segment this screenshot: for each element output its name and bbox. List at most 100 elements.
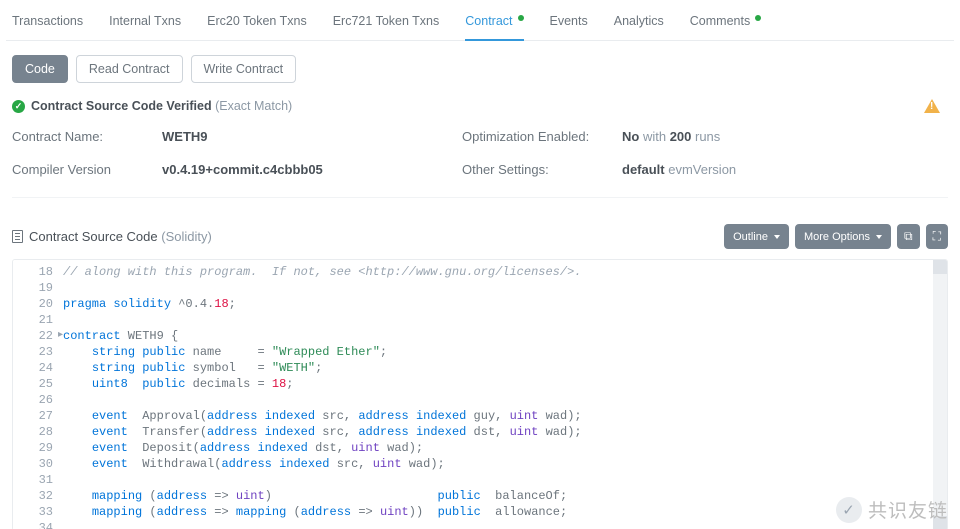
code-line: pragma solidity ^0.4.18; [63, 296, 933, 312]
contract-name-label: Contract Name: [12, 129, 162, 144]
outline-label: Outline [733, 231, 768, 243]
line-number: 21 [13, 312, 53, 328]
copy-icon [904, 229, 913, 244]
code-line: event Transfer(address indexed src, addr… [63, 424, 933, 440]
outline-button[interactable]: Outline [724, 224, 789, 249]
code-line: string public name = "Wrapped Ether"; [63, 344, 933, 360]
code-line [63, 312, 933, 328]
optimization-with: with [639, 129, 669, 144]
code-line [63, 520, 933, 529]
section-title-text: Contract Source Code [29, 229, 158, 244]
code-line: event Approval(address indexed src, addr… [63, 408, 933, 424]
more-options-button[interactable]: More Options [795, 224, 891, 249]
tab-label: Transactions [12, 14, 83, 28]
editor-toolbar: Outline More Options [724, 224, 948, 249]
line-number: 34 [13, 520, 53, 529]
section-title-lang: (Solidity) [161, 229, 212, 244]
tab-label: Contract [465, 14, 512, 28]
line-number: 30 [13, 456, 53, 472]
optimization-label: Optimization Enabled: [462, 129, 622, 144]
line-number: 28 [13, 424, 53, 440]
tab-label: Events [550, 14, 588, 28]
contract-name-value: WETH9 [162, 129, 208, 144]
code-editor: 1819202122232425262728293031323334353637… [12, 259, 948, 529]
line-number: 22 [13, 328, 53, 344]
verified-line: ✓ Contract Source Code Verified (Exact M… [6, 95, 954, 123]
scroll-up-icon[interactable] [933, 260, 947, 274]
tab-label: Analytics [614, 14, 664, 28]
tab-contract[interactable]: Contract [465, 8, 523, 40]
tab-label: Internal Txns [109, 14, 181, 28]
line-number: 23 [13, 344, 53, 360]
compiler-value: v0.4.19+commit.c4cbbb05 [162, 162, 323, 177]
verified-text: Contract Source Code Verified (Exact Mat… [31, 99, 292, 113]
chevron-down-icon [876, 235, 882, 239]
contract-info-grid: Contract Name: WETH9 Optimization Enable… [6, 123, 954, 197]
code-line: contract WETH9 { [63, 328, 933, 344]
code-line [63, 472, 933, 488]
expand-button[interactable] [926, 224, 948, 249]
code-line: event Deposit(address indexed dst, uint … [63, 440, 933, 456]
line-number: 19 [13, 280, 53, 296]
line-number: 26 [13, 392, 53, 408]
expand-icon [933, 229, 941, 244]
tab-analytics[interactable]: Analytics [614, 8, 664, 40]
verified-dot-icon [518, 15, 524, 21]
optimization-no: No [622, 129, 639, 144]
write-contract-button[interactable]: Write Contract [191, 55, 297, 83]
verified-exact: (Exact Match) [215, 99, 292, 113]
tab-internal-txns[interactable]: Internal Txns [109, 8, 181, 40]
code-line: event Withdrawal(address indexed src, ui… [63, 456, 933, 472]
line-number: 33 [13, 504, 53, 520]
code-button[interactable]: Code [12, 55, 68, 83]
line-number: 29 [13, 440, 53, 456]
other-settings-label: Other Settings: [462, 162, 622, 177]
source-section-title: Contract Source Code (Solidity) [29, 229, 212, 244]
code-line: mapping (address => mapping (address => … [63, 504, 933, 520]
check-circle-icon: ✓ [12, 100, 25, 113]
tab-erc20-token-txns[interactable]: Erc20 Token Txns [207, 8, 307, 40]
code-line: // along with this program. If not, see … [63, 264, 933, 280]
verified-label: Contract Source Code Verified [31, 99, 212, 113]
code-line: uint8 public decimals = 18; [63, 376, 933, 392]
tab-transactions[interactable]: Transactions [12, 8, 83, 40]
tab-events[interactable]: Events [550, 8, 588, 40]
contract-subtabs: Code Read Contract Write Contract [6, 41, 954, 95]
copy-button[interactable] [897, 224, 920, 249]
code-line: mapping (address => uint) public balance… [63, 488, 933, 504]
optimization-runs-suffix: runs [691, 129, 720, 144]
code-line: string public symbol = "WETH"; [63, 360, 933, 376]
other-settings-value: default evmVersion [622, 162, 948, 177]
tab-label: Erc721 Token Txns [333, 14, 440, 28]
warning-icon[interactable] [924, 99, 940, 113]
optimization-runs: 200 [670, 129, 692, 144]
optimization-value: No with 200 runs [622, 129, 948, 144]
settings-rest: evmVersion [665, 162, 737, 177]
code-line [63, 392, 933, 408]
tab-label: Erc20 Token Txns [207, 14, 307, 28]
settings-bold: default [622, 162, 665, 177]
tab-erc721-token-txns[interactable]: Erc721 Token Txns [333, 8, 440, 40]
line-number: 32 [13, 488, 53, 504]
line-number: 18 [13, 264, 53, 280]
more-label: More Options [804, 231, 870, 243]
line-number: 25 [13, 376, 53, 392]
line-number: 31 [13, 472, 53, 488]
code-line [63, 280, 933, 296]
code-area[interactable]: // along with this program. If not, see … [63, 264, 933, 529]
tab-comments[interactable]: Comments [690, 8, 761, 40]
scroll-down-icon[interactable] [933, 516, 947, 529]
divider [12, 197, 948, 198]
tab-label: Comments [690, 14, 750, 28]
read-contract-button[interactable]: Read Contract [76, 55, 183, 83]
line-number: 20 [13, 296, 53, 312]
source-section-header: Contract Source Code (Solidity) Outline … [6, 212, 954, 259]
line-number: 24 [13, 360, 53, 376]
scrollbar[interactable] [933, 260, 947, 529]
chevron-down-icon [774, 235, 780, 239]
line-number: 27 [13, 408, 53, 424]
file-icon [12, 230, 23, 243]
line-gutter: 1819202122232425262728293031323334353637… [13, 260, 59, 529]
main-tabs: Transactions Internal Txns Erc20 Token T… [6, 0, 954, 41]
compiler-label: Compiler Version [12, 162, 162, 177]
